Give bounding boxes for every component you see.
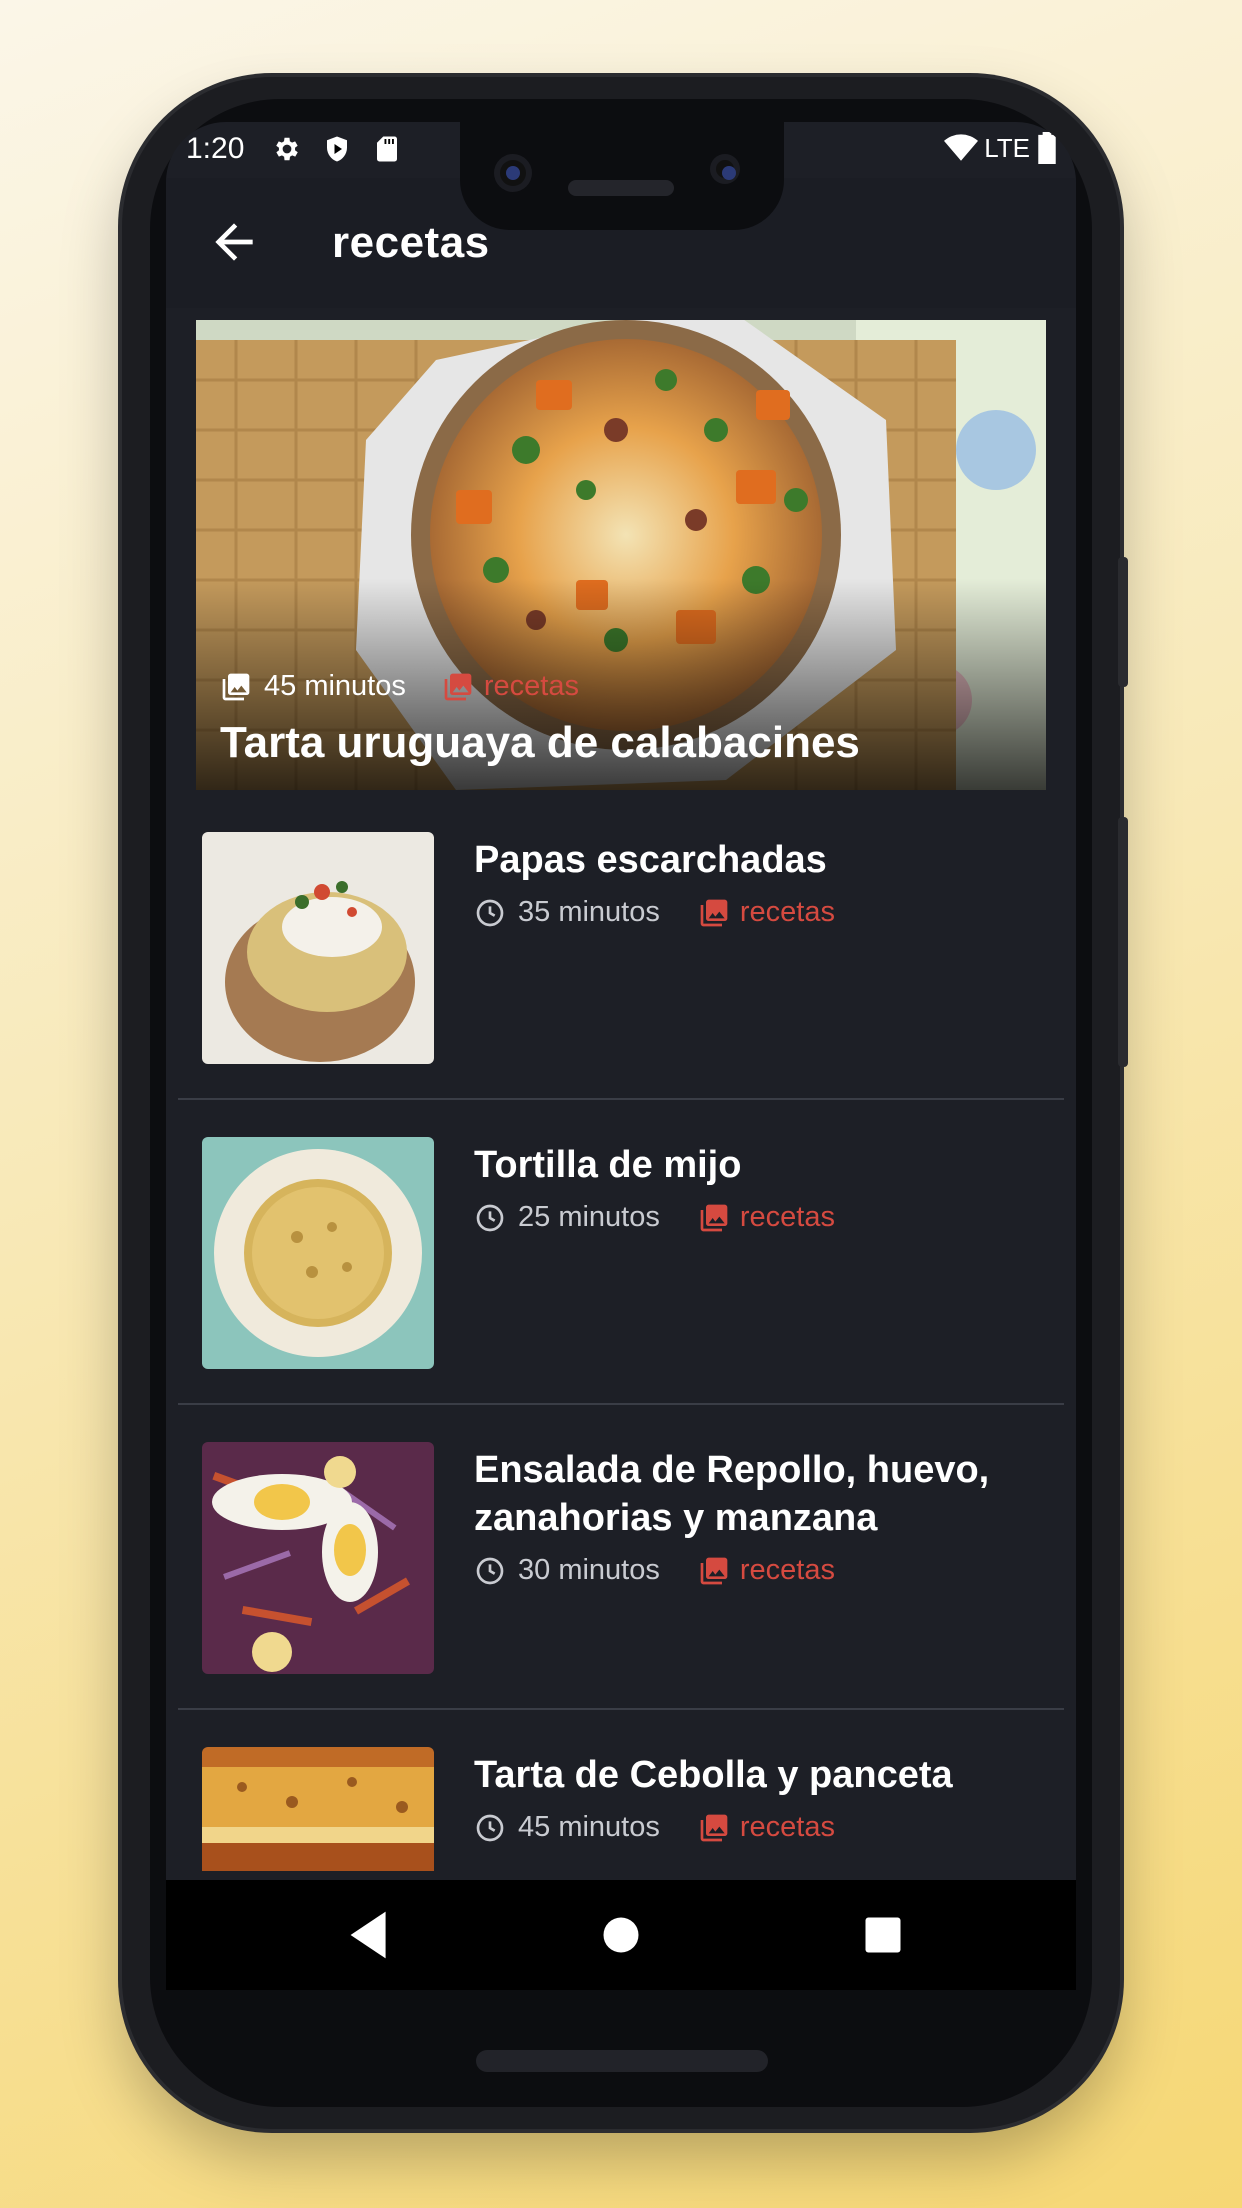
recipe-category-link[interactable]: recetas (740, 1201, 835, 1234)
battery-icon (1038, 132, 1056, 164)
earpiece-speaker (568, 180, 674, 196)
recipe-name: Ensalada de Repollo, huevo, zanahorias y… (474, 1449, 990, 1539)
clock-icon (476, 1204, 504, 1231)
shield-play-icon (327, 136, 347, 162)
clock-icon (476, 1814, 504, 1841)
square-recents-icon[interactable] (848, 1900, 918, 1970)
arrow-back-icon[interactable] (206, 214, 262, 270)
photo-icon (700, 1557, 728, 1584)
triangle-back-icon[interactable] (336, 1900, 406, 1970)
recipe-thumbnail (202, 1137, 434, 1369)
circle-home-icon[interactable] (586, 1900, 656, 1970)
recipe-list-item[interactable]: Ensalada de Repollo, huevo, zanahorias y… (178, 1428, 1064, 1732)
recipe-name: Papas escarchadas (474, 839, 827, 881)
recipe-time: 35 minutos (518, 896, 660, 928)
recipe-thumbnail (202, 832, 434, 1064)
photo-icon (700, 1814, 728, 1841)
featured-category-link[interactable]: recetas (484, 670, 579, 703)
recipe-list-item[interactable]: Papas escarchadas 35 minutos recetas (178, 818, 1064, 1122)
front-camera (494, 154, 532, 192)
featured-recipe-card[interactable]: 45 minutos recetas Tarta uruguaya de cal… (196, 320, 1046, 790)
recipe-thumbnail (202, 1442, 434, 1674)
recipe-category-link[interactable]: recetas (740, 1811, 835, 1844)
recipe-thumbnail (202, 1747, 434, 1871)
featured-meta: 45 minutos recetas (220, 670, 579, 703)
clock-icon (476, 899, 504, 926)
camera-notch (460, 118, 784, 230)
featured-time: 45 minutos (264, 670, 406, 702)
image-icon (222, 673, 250, 700)
divider (178, 1098, 1064, 1100)
photo-icon (700, 899, 728, 926)
recipe-meta: 25 minutos recetas (474, 1201, 835, 1234)
phone-chin-speaker (476, 2050, 768, 2072)
sensor (710, 154, 740, 184)
divider (178, 1403, 1064, 1405)
photo-icon (444, 673, 472, 700)
volume-button (1118, 817, 1128, 1067)
recipe-time: 25 minutos (518, 1201, 660, 1233)
recipe-time: 45 minutos (518, 1811, 660, 1843)
recipe-name: Tortilla de mijo (474, 1144, 742, 1186)
recipe-list-item[interactable]: Tortilla de mijo 25 minutos recetas (178, 1123, 1064, 1427)
recipe-time: 30 minutos (518, 1554, 660, 1586)
recipe-meta: 45 minutos recetas (474, 1811, 835, 1844)
sd-card-icon (377, 136, 397, 162)
featured-title: Tarta uruguaya de calabacines (220, 718, 860, 767)
recipe-name: Tarta de Cebolla y panceta (474, 1754, 953, 1796)
status-right: LTE (944, 132, 1058, 164)
status-time: 1:20 (186, 132, 245, 165)
settings-icon (276, 137, 298, 161)
wifi-icon (944, 134, 979, 161)
divider (178, 1708, 1064, 1710)
power-button (1118, 557, 1128, 687)
recipe-category-link[interactable]: recetas (740, 1554, 835, 1587)
app-screen: 1:20 LTE recetas 45 minutos recetas Tart… (166, 122, 1076, 1990)
page-title: recetas (332, 218, 490, 267)
clock-icon (476, 1557, 504, 1584)
recipe-meta: 30 minutos recetas (474, 1554, 835, 1587)
recipe-category-link[interactable]: recetas (740, 896, 835, 929)
recipe-meta: 35 minutos recetas (474, 896, 835, 929)
network-type: LTE (984, 132, 1030, 163)
photo-icon (700, 1204, 728, 1231)
system-nav-bar (166, 1880, 1076, 1990)
